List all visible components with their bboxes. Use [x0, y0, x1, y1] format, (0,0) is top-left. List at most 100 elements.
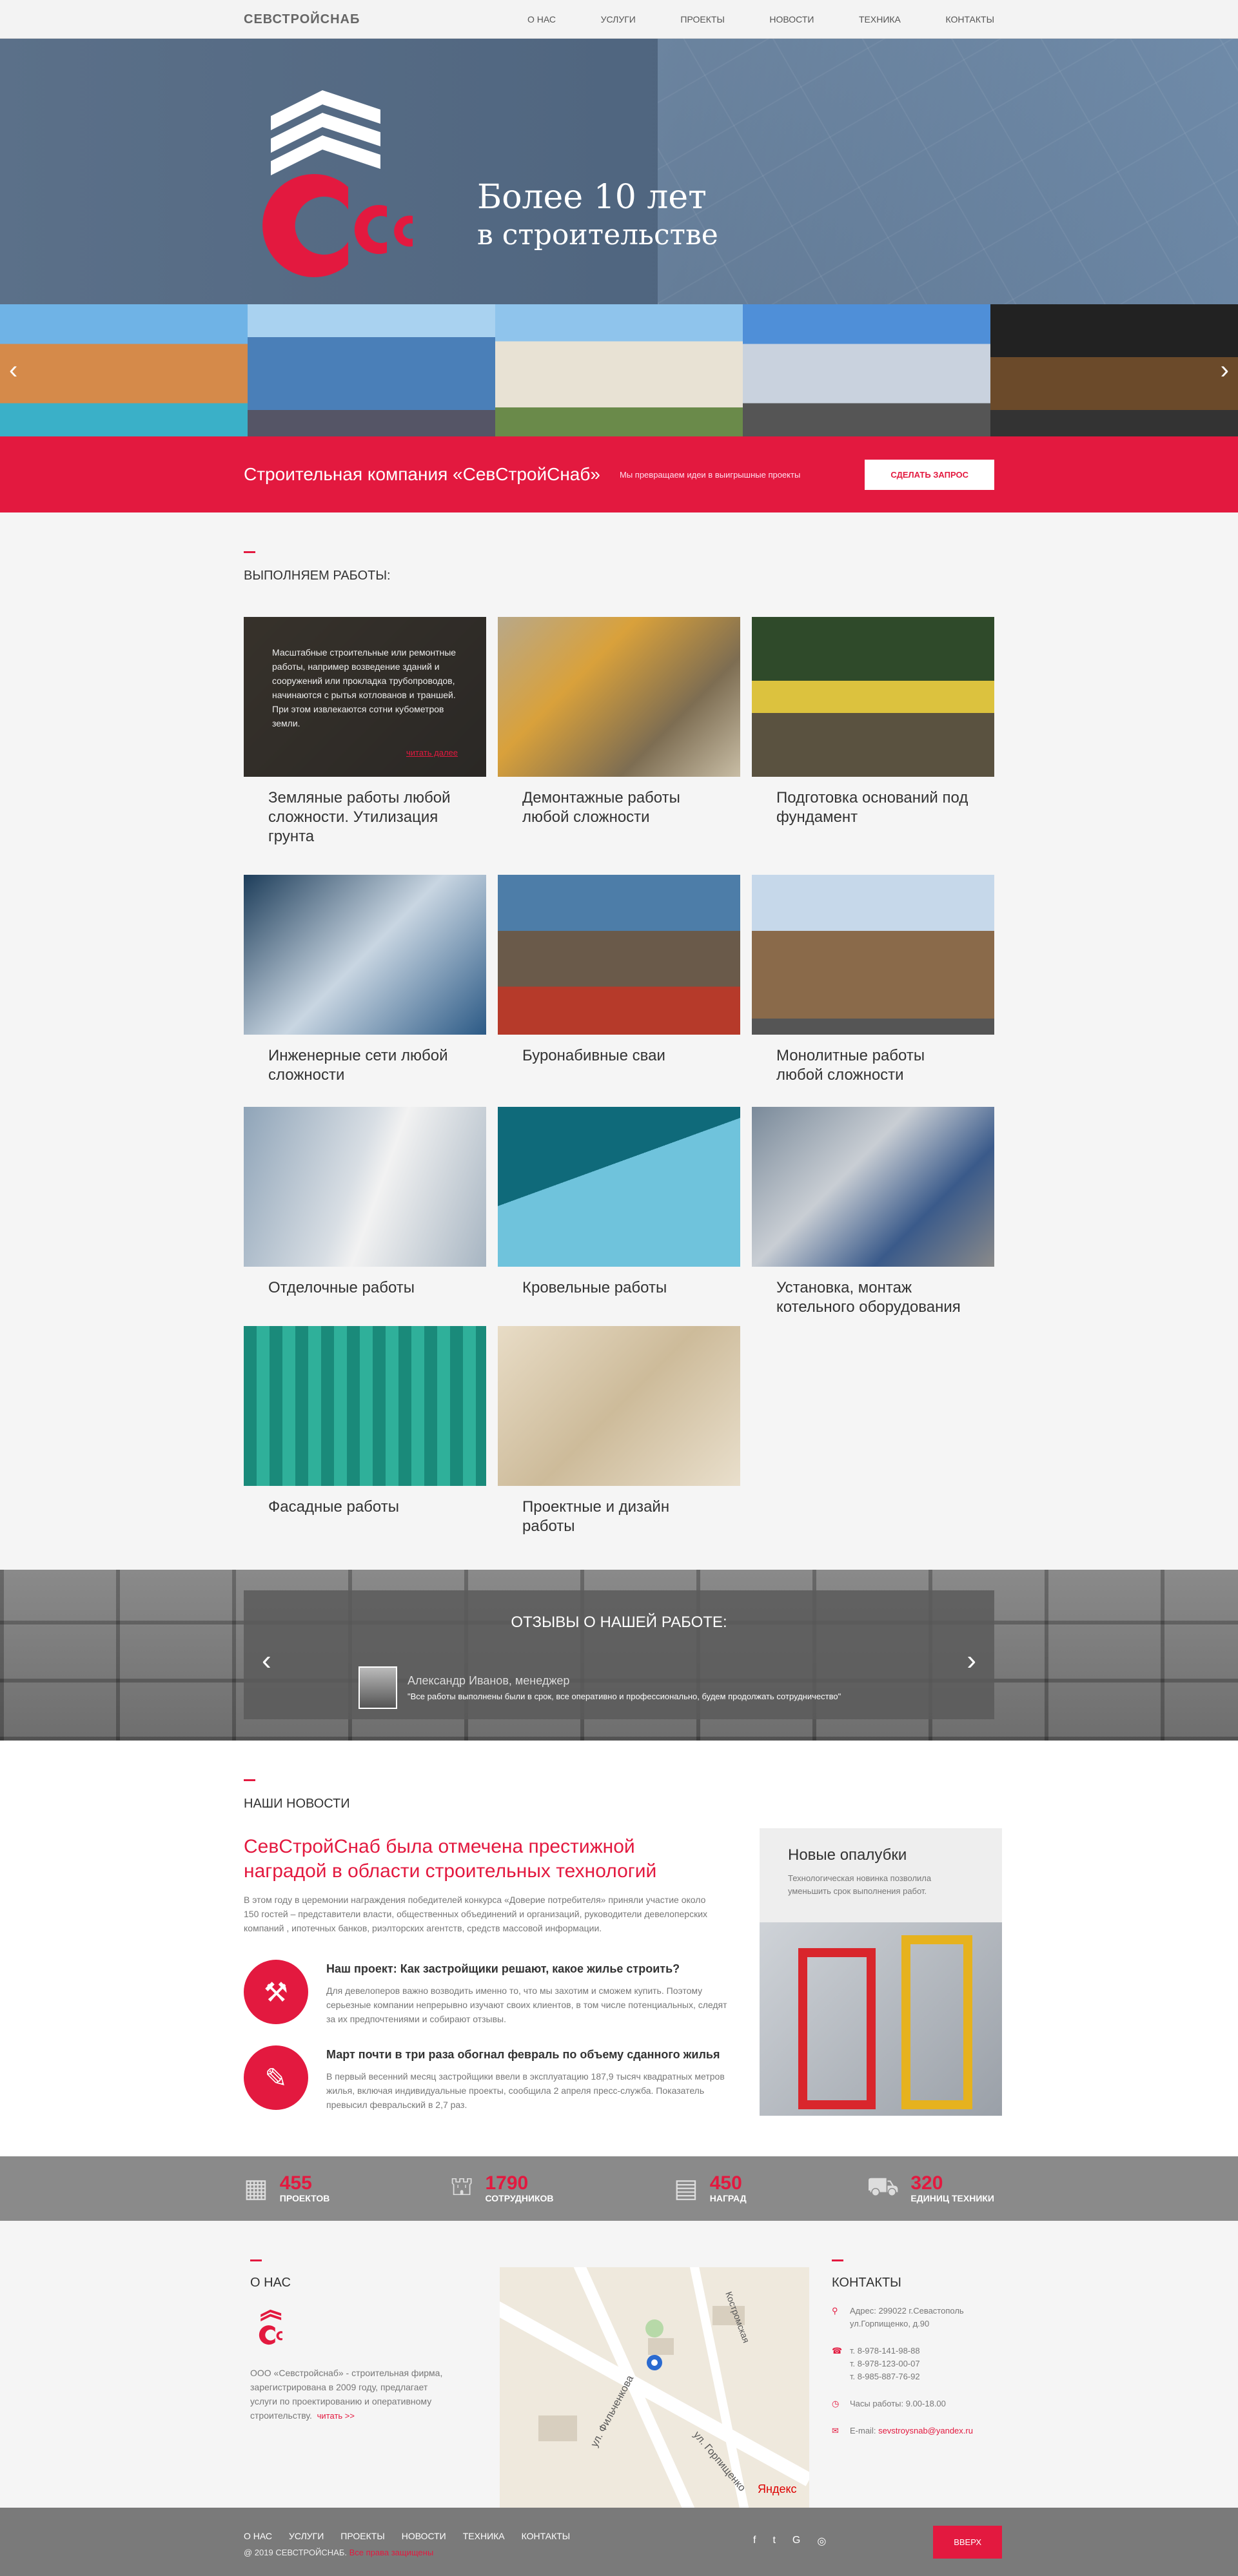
services-heading: ВЫПОЛНЯЕМ РАБОТЫ: [244, 569, 391, 583]
brand-name[interactable]: СЕВСТРОЙСНАБ [244, 12, 527, 27]
service-overlay-text: Масштабные строительные или ремонтные ра… [272, 647, 457, 728]
phone-number[interactable]: т. 8-978-123-00-07 [850, 2357, 920, 2370]
nav-projects[interactable]: ПРОЕКТЫ [680, 14, 724, 24]
footer-nav-about[interactable]: О НАС [244, 2531, 272, 2541]
facebook-icon[interactable]: f [753, 2535, 756, 2548]
service-title[interactable]: Подготовка оснований под фундамент [752, 788, 994, 827]
footer-nav-services[interactable]: УСЛУГИ [289, 2531, 324, 2541]
service-title[interactable]: Монолитные работы любой сложности [752, 1046, 994, 1085]
news-item-text: Для девелоперов важно возводить именно т… [326, 1986, 727, 2024]
service-title[interactable]: Кровельные работы [498, 1278, 740, 1298]
service-card[interactable]: Масштабные строительные или ремонтные ра… [244, 617, 486, 846]
copyright: @ 2019 СЕВСТРОЙСНАБ. Все права защищены [244, 2548, 433, 2557]
news-item[interactable]: ✎ Март почти в три раза обогнал февраль … [244, 2045, 734, 2112]
twitter-icon[interactable]: t [772, 2535, 775, 2548]
service-card[interactable]: Монолитные работы любой сложности [752, 875, 994, 1085]
email-link[interactable]: sevstroysnab@yandex.ru [878, 2425, 973, 2437]
news-item-title[interactable]: Наш проект: Как застройщики решают, како… [326, 1962, 734, 1976]
instagram-icon[interactable]: ◎ [817, 2535, 826, 2548]
stat-equipment: ⛟ 320 ЕДИНИЦ ТЕХНИКИ [867, 2172, 994, 2205]
request-button[interactable]: СДЕЛАТЬ ЗАПРОС [865, 459, 994, 490]
service-title[interactable]: Отделочные работы [244, 1278, 486, 1298]
review-next-icon[interactable]: › [967, 1644, 976, 1677]
stat-projects: ▦ 455 ПРОЕКТОВ [244, 2174, 330, 2204]
service-title[interactable]: Демонтажные работы любой сложности [498, 788, 740, 827]
location-map[interactable]: ул. Фильченкова ул. Горпищенко Костромск… [500, 2267, 809, 2511]
project-photo[interactable] [495, 304, 743, 436]
read-more-link[interactable]: читать далее [406, 746, 458, 760]
service-image[interactable] [244, 1326, 486, 1486]
about-read-more-link[interactable]: читать >> [317, 2411, 355, 2421]
projects-photo-carousel[interactable]: ‹ › [0, 304, 1238, 436]
location-pin-icon: ⚲ [832, 2306, 838, 2316]
service-card[interactable]: Инженерные сети любой сложности [244, 875, 486, 1085]
phone-number[interactable]: т. 8-985-887-76-92 [850, 2370, 920, 2383]
project-photo[interactable] [743, 304, 990, 436]
rights-text: Все права защищены [349, 2548, 434, 2557]
service-title[interactable]: Земляные работы любой сложности. Утилиза… [244, 788, 486, 846]
nav-contacts[interactable]: КОНТАКТЫ [945, 14, 994, 24]
footer-nav-projects[interactable]: ПРОЕКТЫ [340, 2531, 384, 2541]
stat-awards: ▤ 450 НАГРАД [674, 2174, 747, 2204]
lead-news-title[interactable]: СевСтройСнаб была отмечена престижной на… [244, 1835, 689, 1884]
about-column: О НАС ООО «Севстройснаб» - строительная … [250, 2259, 444, 2423]
hero-title-line2: в строительстве [477, 219, 718, 251]
service-image[interactable] [244, 1107, 486, 1267]
service-title[interactable]: Проектные и дизайн работы [498, 1498, 740, 1536]
contacts-column: КОНТАКТЫ ⚲ Адрес: 299022 г.Севастополь ул… [832, 2259, 1012, 2437]
clock-icon: ◷ [832, 2399, 840, 2408]
service-hover-overlay: Масштабные строительные или ремонтные ра… [244, 617, 486, 777]
mail-icon: ✉ [832, 2426, 839, 2435]
side-news-card[interactable]: Новые опалубки Технологическая новинка п… [760, 1828, 1002, 2116]
service-card[interactable]: Отделочные работы [244, 1107, 486, 1298]
nav-services[interactable]: УСЛУГИ [601, 14, 636, 24]
stat-label: СОТРУДНИКОВ [485, 2193, 554, 2203]
carousel-next-icon[interactable]: › [1221, 356, 1229, 385]
service-title[interactable]: Установка, монтаж котельного оборудовани… [752, 1278, 994, 1317]
services-section: ВЫПОЛНЯЕМ РАБОТЫ: Масштабные строительны… [0, 512, 1238, 1570]
service-card[interactable]: Подготовка оснований под фундамент [752, 617, 994, 827]
map-canvas[interactable]: ул. Фильченкова ул. Горпищенко Костромск… [500, 2267, 809, 2511]
service-title[interactable]: Инженерные сети любой сложности [244, 1046, 486, 1085]
service-image[interactable] [498, 1107, 740, 1267]
service-image[interactable] [244, 875, 486, 1035]
google-icon[interactable]: G [792, 2535, 800, 2548]
service-card[interactable]: Проектные и дизайн работы [498, 1326, 740, 1536]
service-card[interactable]: Демонтажные работы любой сложности [498, 617, 740, 827]
project-photo[interactable] [990, 304, 1238, 436]
footer-nav-news[interactable]: НОВОСТИ [402, 2531, 446, 2541]
service-card[interactable]: Кровельные работы [498, 1107, 740, 1298]
project-photo[interactable] [0, 304, 248, 436]
service-image[interactable] [752, 617, 994, 777]
service-card[interactable]: Фасадные работы [244, 1326, 486, 1517]
service-image[interactable] [498, 875, 740, 1035]
service-title[interactable]: Фасадные работы [244, 1498, 486, 1517]
service-image[interactable] [752, 1107, 994, 1267]
side-news-image[interactable] [760, 1922, 1002, 2116]
footer-nav-contacts[interactable]: КОНТАКТЫ [522, 2531, 571, 2541]
footer-nav-equipment[interactable]: ТЕХНИКА [463, 2531, 505, 2541]
service-card[interactable]: Буронабивные сваи [498, 875, 740, 1066]
nav-equipment[interactable]: ТЕХНИКА [859, 14, 901, 24]
service-card[interactable]: Установка, монтаж котельного оборудовани… [752, 1107, 994, 1317]
news-item-title[interactable]: Март почти в три раза обогнал февраль по… [326, 2048, 734, 2062]
scroll-top-button[interactable]: ВВЕРХ [933, 2526, 1002, 2559]
service-image[interactable] [498, 1326, 740, 1486]
stat-employees: ⛫ 1790 СОТРУДНИКОВ [450, 2172, 554, 2205]
service-title[interactable]: Буронабивные сваи [498, 1046, 740, 1066]
review-prev-icon[interactable]: ‹ [262, 1644, 271, 1677]
side-news-title[interactable]: Новые опалубки [788, 1846, 974, 1864]
trowel-icon: ✎ [244, 2045, 308, 2110]
news-item[interactable]: ⚒ Наш проект: Как застройщики решают, ка… [244, 1960, 734, 2026]
hero-title-line1: Более 10 лет [477, 178, 707, 217]
phone-number[interactable]: т. 8-978-141-98-88 [850, 2345, 920, 2357]
stat-label: ПРОЕКТОВ [279, 2193, 330, 2203]
nav-news[interactable]: НОВОСТИ [769, 14, 814, 24]
carousel-prev-icon[interactable]: ‹ [9, 356, 17, 385]
service-image[interactable]: Масштабные строительные или ремонтные ра… [244, 617, 486, 777]
service-image[interactable] [752, 875, 994, 1035]
service-image[interactable] [498, 617, 740, 777]
project-photo[interactable] [248, 304, 495, 436]
nav-about[interactable]: О НАС [527, 14, 556, 24]
news-heading: НАШИ НОВОСТИ [244, 1797, 350, 1811]
